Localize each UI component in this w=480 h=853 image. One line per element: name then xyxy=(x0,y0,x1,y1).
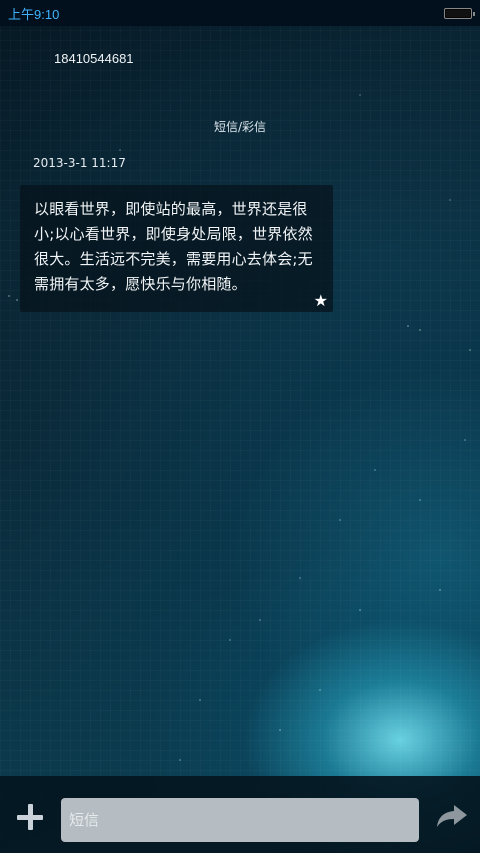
contact-number[interactable]: 18410544681 xyxy=(54,51,134,66)
message-type-label: 短信/彩信 xyxy=(213,120,267,134)
star-icon[interactable]: ★ xyxy=(314,293,328,309)
message-text: 以眼看世界，即使站的最高，世界还是很小;以心看世界，即使身处局限，世界依然很大。… xyxy=(34,200,313,293)
plus-icon[interactable] xyxy=(17,804,43,830)
status-bar: 上午9:10 xyxy=(0,0,480,26)
compose-bar xyxy=(0,776,480,853)
message-input[interactable] xyxy=(61,798,419,842)
battery-icon xyxy=(444,7,475,19)
send-arrow-icon[interactable] xyxy=(436,804,468,828)
message-bubble[interactable]: 以眼看世界，即使站的最高，世界还是很小;以心看世界，即使身处局限，世界依然很大。… xyxy=(20,185,333,312)
message-timestamp: 2013-3-1 11:17 xyxy=(33,156,126,170)
status-time: 上午9:10 xyxy=(8,6,60,22)
